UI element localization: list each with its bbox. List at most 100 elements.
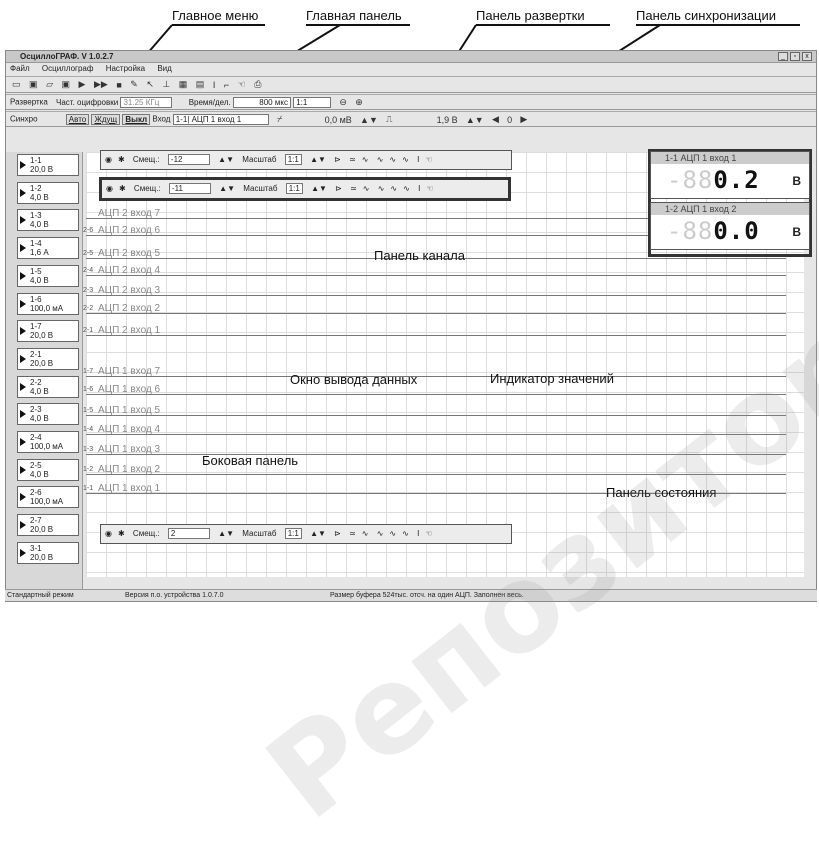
wave1-icon[interactable]: ∿ [377, 155, 384, 164]
side-channel-3-1[interactable]: 3-1 20,0 В [17, 541, 79, 564]
offset-input[interactable]: -12 [167, 154, 210, 165]
save-icon[interactable]: ▣ [29, 79, 38, 90]
edge-icon[interactable]: ⌿ [277, 114, 282, 125]
scale-input[interactable]: 1:1 [284, 528, 302, 539]
wave1-icon[interactable]: ∿ [377, 529, 384, 538]
cursor-icon[interactable]: I [418, 184, 420, 193]
sync-input-select[interactable]: 1-1| АЦП 1 вход 1 [172, 114, 269, 125]
level2-value: 1,9 В [436, 114, 458, 125]
dc-icon[interactable]: ≃ [349, 155, 356, 164]
probe-icon[interactable]: ⊳ [334, 529, 341, 538]
cursor-marker-icon[interactable]: I [213, 80, 216, 90]
off-button[interactable]: Выкл [122, 114, 151, 125]
close-button[interactable]: x [802, 52, 812, 61]
tools-icon[interactable]: ✎ [130, 79, 138, 90]
sun-icon[interactable]: ✱ [118, 155, 125, 164]
scale-arrows-icon[interactable]: ▲▼ [310, 529, 326, 538]
measure-icon[interactable]: ⊥ [162, 79, 170, 90]
hand-icon[interactable]: ☜ [426, 184, 433, 193]
wave3-icon[interactable]: ∿ [403, 184, 410, 193]
side-channel-2-1[interactable]: 2-1 20,0 В [17, 347, 79, 370]
scale-input[interactable]: 1:1 [284, 154, 302, 165]
trace-line [86, 313, 786, 314]
side-channel-1-2[interactable]: 1-2 4,0 В [17, 181, 79, 204]
dc-icon[interactable]: ≃ [349, 529, 356, 538]
offset-arrows-icon[interactable]: ▲▼ [218, 155, 234, 164]
save-as-icon[interactable]: ▣ [62, 79, 71, 90]
probe-icon[interactable]: ⌐ [224, 80, 229, 90]
fast-forward-icon[interactable]: ▶▶ [94, 79, 108, 90]
probe-icon[interactable]: ⊳ [335, 184, 342, 193]
grid-icon[interactable]: ▦ [179, 79, 188, 90]
eye-icon[interactable]: ◉ [105, 529, 112, 538]
hand-icon[interactable]: ☜ [425, 155, 432, 164]
left-arrow-icon[interactable]: ◀ [492, 114, 499, 125]
side-channel-2-2[interactable]: 2-2 4,0 В [17, 375, 79, 398]
trace-label: АЦП 1 вход 3 [98, 444, 161, 455]
side-channel-1-1[interactable]: 1-1 20,0 В [17, 154, 79, 176]
right-arrow-icon[interactable]: ▶ [520, 114, 527, 125]
side-channel-1-7[interactable]: 1-7 20,0 В [17, 320, 79, 343]
wave3-icon[interactable]: ∿ [402, 155, 409, 164]
zoom-out-icon[interactable]: ⊖ [339, 97, 347, 108]
level2-up-down-icon[interactable]: ▲▼ [466, 115, 484, 125]
offset-input[interactable]: 2 [167, 528, 210, 539]
eye-icon[interactable]: ◉ [106, 184, 113, 193]
new-icon[interactable]: ▭ [12, 79, 21, 90]
probe-icon[interactable]: ⊳ [334, 155, 341, 164]
side-channel-2-3[interactable]: 2-3 4,0 В [17, 403, 79, 426]
rising-edge-icon[interactable]: ⎍ [386, 114, 392, 125]
sample-rate-select[interactable]: 31.25 КГц [120, 97, 173, 108]
wait-button[interactable]: Ждущ [91, 114, 121, 125]
play-icon[interactable]: ▶ [79, 79, 86, 90]
sun-icon[interactable]: ✱ [118, 529, 125, 538]
time-div-input[interactable]: 800 мкс [232, 97, 291, 108]
offset-arrows-icon[interactable]: ▲▼ [219, 184, 235, 193]
menu-oscilloscope[interactable]: Осциллограф [42, 64, 94, 73]
menu-view[interactable]: Вид [157, 64, 171, 73]
wave2-icon[interactable]: ∿ [389, 529, 396, 538]
side-channel-id: 1-7 [30, 322, 42, 332]
sun-icon[interactable]: ✱ [119, 184, 126, 193]
print-icon[interactable]: ⎙ [254, 79, 261, 90]
level-up-down-icon[interactable]: ▲▼ [360, 115, 378, 125]
eye-icon[interactable]: ◉ [105, 155, 112, 164]
minimize-button[interactable]: _ [778, 52, 788, 61]
offset-arrows-icon[interactable]: ▲▼ [218, 529, 234, 538]
indicator-unit: В [792, 174, 801, 188]
open-icon[interactable]: ▱ [46, 79, 53, 90]
scale-arrows-icon[interactable]: ▲▼ [311, 184, 327, 193]
side-channel-2-6[interactable]: 2-6 100,0 мА [17, 486, 79, 509]
ac-icon[interactable]: ∿ [363, 184, 370, 193]
cursor-icon[interactable]: I [417, 155, 419, 164]
scale-arrows-icon[interactable]: ▲▼ [310, 155, 326, 164]
ac-icon[interactable]: ∿ [362, 529, 369, 538]
auto-button[interactable]: Авто [65, 114, 90, 125]
wave2-icon[interactable]: ∿ [389, 155, 396, 164]
side-channel-2-7[interactable]: 2-7 20,0 В [17, 514, 79, 537]
side-channel-2-4[interactable]: 2-4 100,0 мА [17, 431, 79, 453]
offset-input[interactable]: -11 [168, 183, 211, 194]
menu-file[interactable]: Файл [10, 64, 30, 73]
scale-select[interactable]: 1:1 [293, 97, 332, 108]
menu-settings[interactable]: Настройка [106, 64, 145, 73]
zoom-in-icon[interactable]: ⊕ [355, 97, 363, 108]
scale-input[interactable]: 1:1 [285, 183, 303, 194]
stop-icon[interactable]: ■ [116, 80, 121, 90]
wave3-icon[interactable]: ∿ [402, 529, 409, 538]
wave2-icon[interactable]: ∿ [390, 184, 397, 193]
side-channel-1-4[interactable]: 1-4 1,6 А [17, 237, 79, 260]
hand-icon[interactable]: ☜ [238, 79, 246, 90]
side-channel-1-5[interactable]: 1-5 4,0 В [17, 264, 79, 287]
table-icon[interactable]: ▤ [196, 79, 205, 90]
cursor-icon[interactable]: I [417, 529, 419, 538]
side-channel-1-3[interactable]: 1-3 4,0 В [17, 209, 79, 232]
side-channel-2-5[interactable]: 2-5 4,0 В [17, 458, 79, 481]
cursor-icon[interactable]: ↖ [146, 79, 154, 90]
dc-icon[interactable]: ≃ [350, 184, 357, 193]
wave1-icon[interactable]: ∿ [378, 184, 385, 193]
ac-icon[interactable]: ∿ [362, 155, 369, 164]
maximize-button[interactable]: ▫ [790, 52, 800, 61]
hand-icon[interactable]: ☜ [425, 529, 432, 538]
side-channel-1-6[interactable]: 1-6 100,0 мА [17, 292, 79, 315]
